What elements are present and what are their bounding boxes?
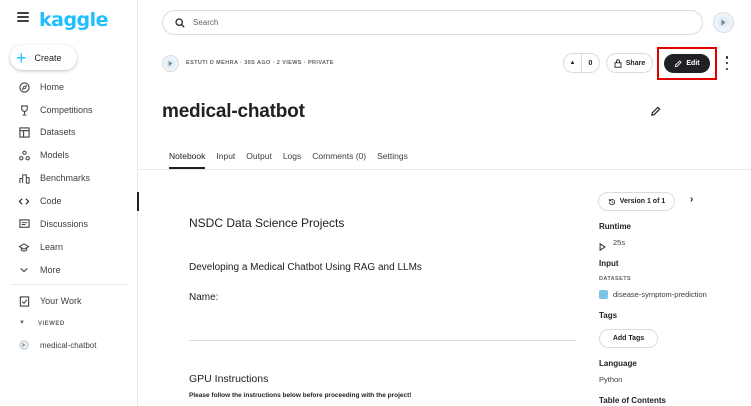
benchmarks-icon: [18, 172, 30, 184]
author-avatar[interactable]: [162, 55, 179, 72]
runtime-label: Runtime: [599, 222, 631, 231]
dataset-name: disease-symptom-prediction: [613, 290, 707, 299]
dataset-link[interactable]: disease-symptom-prediction: [599, 290, 707, 299]
edit-title-icon[interactable]: [650, 104, 661, 122]
history-icon: [608, 198, 615, 205]
tags-label: Tags: [599, 311, 618, 320]
sidebar-item-competitions[interactable]: Competitions: [0, 99, 138, 121]
sidebar-item-label: Datasets: [40, 127, 76, 137]
sidebar-item-your-work[interactable]: Your Work: [0, 290, 138, 312]
sidebar-item-label: Models: [40, 150, 70, 160]
version-label: Version 1 of 1: [619, 198, 666, 205]
user-avatar[interactable]: [713, 12, 734, 33]
tab-input[interactable]: Input: [216, 151, 235, 169]
search-placeholder: Search: [193, 18, 219, 27]
datasets-caption: DATASETS: [599, 276, 632, 282]
viewed-item-label: medical-chatbot: [40, 340, 97, 350]
table-icon: [18, 126, 30, 138]
sidebar-item-label: Discussions: [40, 219, 89, 229]
notebook-meta: ESTUTI D MEHRA · 30S AGO · 2 VIEWS · PRI…: [186, 60, 334, 66]
notebook-heading: NSDC Data Science Projects: [189, 216, 345, 230]
chevron-down-icon: [18, 264, 30, 276]
pencil-icon: [675, 59, 682, 67]
sidebar-divider: [10, 284, 128, 285]
tabs-divider: [138, 169, 751, 170]
trophy-icon: [18, 104, 30, 116]
more-options-icon[interactable]: [724, 56, 730, 70]
plus-icon: +: [16, 47, 27, 68]
sidebar-item-label: Home: [40, 82, 65, 92]
upvote-icon: ▲: [564, 54, 582, 72]
notebook-thumbnail-icon: [18, 339, 30, 351]
sidebar-item-home[interactable]: Home: [0, 76, 138, 98]
sidebar-item-label: Competitions: [40, 105, 93, 115]
sidebar-item-learn[interactable]: Learn: [0, 236, 138, 258]
language-value: Python: [599, 375, 623, 384]
caret-down-icon[interactable]: ▼: [19, 320, 25, 326]
share-button[interactable]: Share: [606, 53, 653, 73]
version-button[interactable]: Version 1 of 1: [598, 192, 675, 211]
create-label: Create: [34, 52, 62, 63]
notebook-subheading: Developing a Medical Chatbot Using RAG a…: [189, 262, 422, 273]
sidebar-item-more[interactable]: More: [0, 259, 138, 281]
hamburger-icon: [17, 12, 29, 22]
edit-label: Edit: [686, 60, 700, 67]
runtime-value: 25s: [613, 238, 626, 247]
code-icon: [18, 195, 30, 207]
toc-label: Table of Contents: [599, 396, 666, 405]
create-button[interactable]: + Create: [10, 45, 77, 70]
sidebar-item-label: More: [40, 265, 61, 275]
notebook-tabs: Notebook Input Output Logs Comments (0) …: [169, 151, 419, 169]
viewed-label: VIEWED: [38, 321, 65, 327]
models-icon: [18, 149, 30, 161]
compass-icon: [18, 81, 30, 93]
active-indicator: [137, 192, 139, 211]
notebook-divider: [189, 340, 576, 341]
language-label: Language: [599, 359, 637, 368]
gpu-instructions-text: Please follow the instructions below bef…: [189, 392, 412, 399]
add-tags-button[interactable]: Add Tags: [599, 329, 658, 348]
tab-settings[interactable]: Settings: [377, 151, 408, 169]
search-input[interactable]: Search: [162, 10, 703, 35]
vote-count: 0: [588, 59, 593, 67]
tab-comments[interactable]: Comments (0): [312, 151, 366, 169]
sidebar-item-label: Benchmarks: [40, 173, 91, 183]
sidebar-item-benchmarks[interactable]: Benchmarks: [0, 167, 138, 189]
name-label: Name:: [189, 292, 219, 303]
tab-output[interactable]: Output: [246, 151, 272, 169]
sidebar-item-datasets[interactable]: Datasets: [0, 121, 138, 143]
share-label: Share: [625, 59, 646, 67]
kaggle-logo[interactable]: kaggle: [39, 9, 109, 31]
checklist-icon: [18, 295, 30, 307]
edit-button[interactable]: Edit: [664, 54, 710, 73]
viewed-item-medical-chatbot[interactable]: medical-chatbot: [0, 334, 138, 356]
upvote-button[interactable]: ▲ 0: [563, 53, 600, 73]
dataset-icon: [599, 290, 608, 299]
input-label: Input: [599, 259, 619, 268]
chevron-right-icon[interactable]: ›: [690, 194, 693, 205]
sidebar-item-label: Learn: [40, 242, 64, 252]
sidebar-item-label: Code: [40, 196, 62, 206]
menu-button[interactable]: [17, 12, 29, 22]
sidebar-item-label: Your Work: [40, 296, 82, 306]
sidebar: kaggle + Create Home Competitions Datase…: [0, 0, 139, 406]
comment-icon: [18, 218, 30, 230]
avatar-icon: [717, 16, 730, 29]
play-icon: [599, 238, 606, 256]
search-icon: [175, 17, 185, 28]
page-title: medical-chatbot: [162, 101, 305, 122]
gpu-heading: GPU Instructions: [189, 373, 269, 385]
sidebar-item-models[interactable]: Models: [0, 144, 138, 166]
sidebar-item-code[interactable]: Code: [0, 190, 139, 212]
avatar-icon: [165, 58, 176, 69]
tab-logs[interactable]: Logs: [283, 151, 301, 169]
school-icon: [18, 241, 30, 253]
sidebar-item-discussions[interactable]: Discussions: [0, 213, 138, 235]
lock-icon: [614, 58, 622, 68]
tab-notebook[interactable]: Notebook: [169, 151, 206, 169]
